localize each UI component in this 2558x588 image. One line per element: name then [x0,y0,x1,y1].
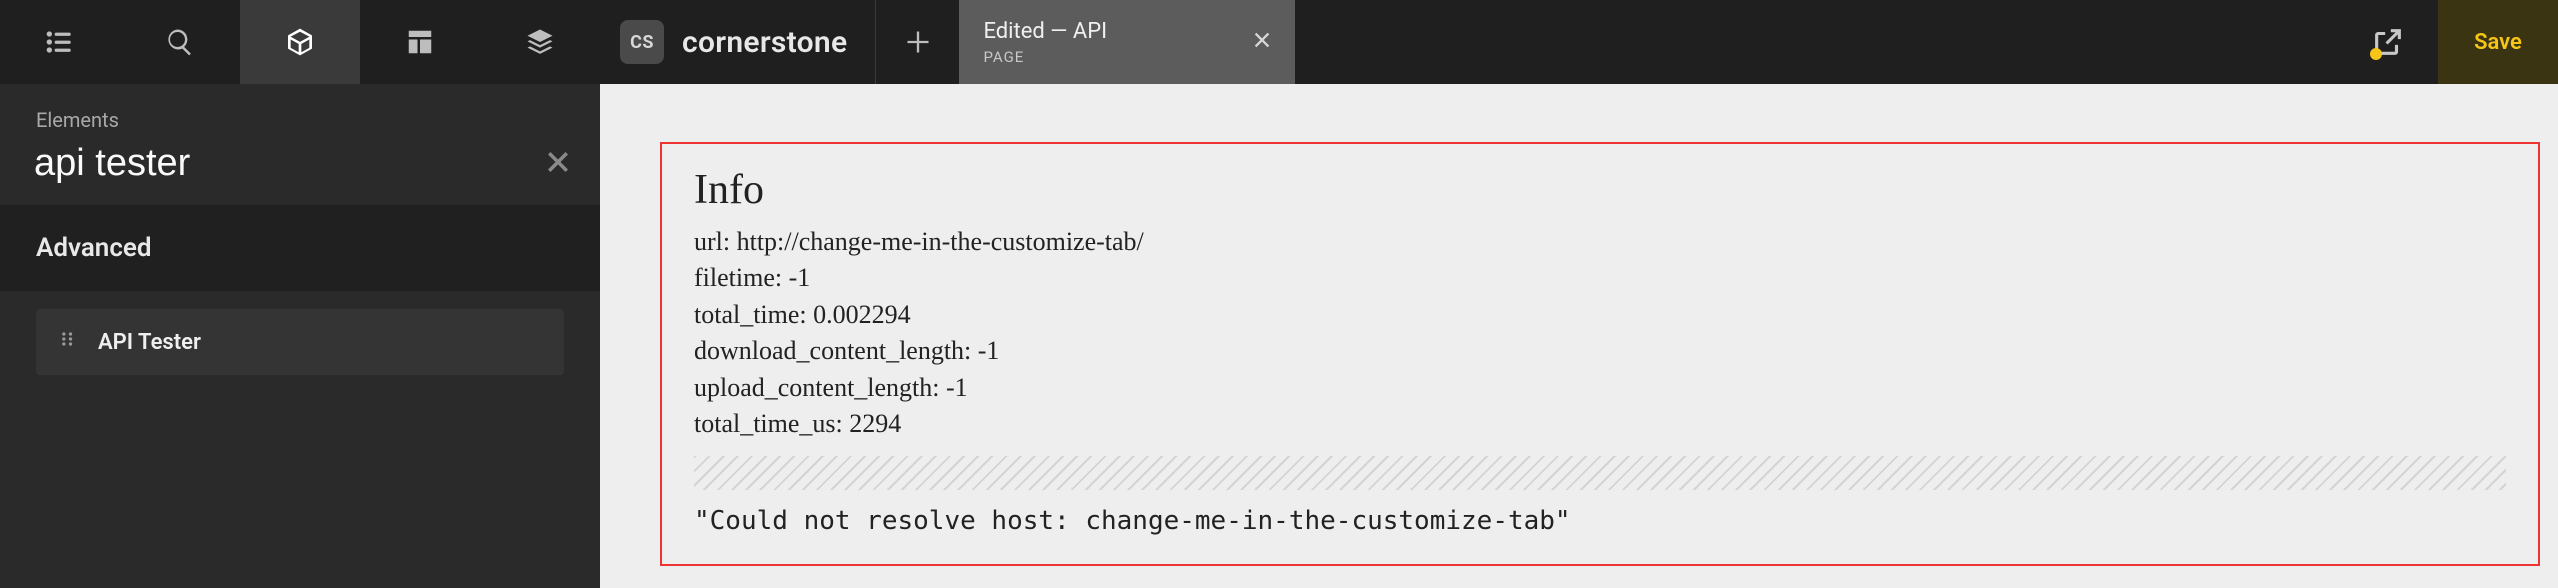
section-header-advanced: Advanced [0,205,600,291]
search-panel-button[interactable] [120,0,240,84]
tab-close-button[interactable] [1251,29,1273,55]
element-item-api-tester[interactable]: API Tester [36,309,564,375]
outline-panel-button[interactable] [0,0,120,84]
elements-search-input[interactable] [34,142,525,185]
close-icon [1251,29,1273,51]
brand-name: cornerstone [682,25,847,60]
drag-handle-icon [58,329,78,355]
layout-panel-button[interactable] [360,0,480,84]
search-row [0,142,600,205]
tab-title: Edited — API [983,19,1271,44]
topbar-left-icons [0,0,600,84]
canvas[interactable]: Info url: http://change-me-in-the-custom… [600,84,2558,588]
layout-icon [405,27,435,57]
plus-icon [904,28,932,56]
unsaved-indicator-dot [2370,48,2382,60]
result-line: url: http://change-me-in-the-customize-t… [694,224,2506,260]
elements-panel-button[interactable] [240,0,360,84]
brand-area: CS cornerstone [600,0,875,84]
result-error: "Could not resolve host: change-me-in-th… [694,506,2506,536]
result-line: total_time_us: 2294 [694,406,2506,442]
result-line: upload_content_length: -1 [694,370,2506,406]
sidebar: Elements Advanced API Tester [0,84,600,588]
close-icon [543,147,573,177]
topbar: CS cornerstone Edited — API PAGE Save [0,0,2558,84]
list-icon [44,26,76,58]
save-button[interactable]: Save [2438,0,2558,84]
layers-icon [525,27,555,57]
result-line: filetime: -1 [694,260,2506,296]
cube-icon [284,26,316,58]
search-icon [165,27,195,57]
api-result-card: Info url: http://change-me-in-the-custom… [660,142,2540,566]
result-line: download_content_length: -1 [694,333,2506,369]
result-title: Info [694,166,2506,214]
sidebar-label: Elements [0,84,600,142]
element-item-label: API Tester [98,330,201,355]
app-root: CS cornerstone Edited — API PAGE Save El… [0,0,2558,588]
document-tab[interactable]: Edited — API PAGE [959,0,1295,84]
clear-search-button[interactable] [543,147,573,181]
result-line: total_time: 0.002294 [694,297,2506,333]
body: Elements Advanced API Tester Info [0,84,2558,588]
response-body-placeholder [694,456,2506,490]
open-external-button[interactable] [2338,0,2438,84]
add-tab-button[interactable] [875,0,959,84]
topbar-spacer [1295,0,2338,84]
element-list: API Tester [0,291,600,393]
tab-subtitle: PAGE [983,48,1271,66]
layers-panel-button[interactable] [480,0,600,84]
brand-badge: CS [620,20,664,64]
